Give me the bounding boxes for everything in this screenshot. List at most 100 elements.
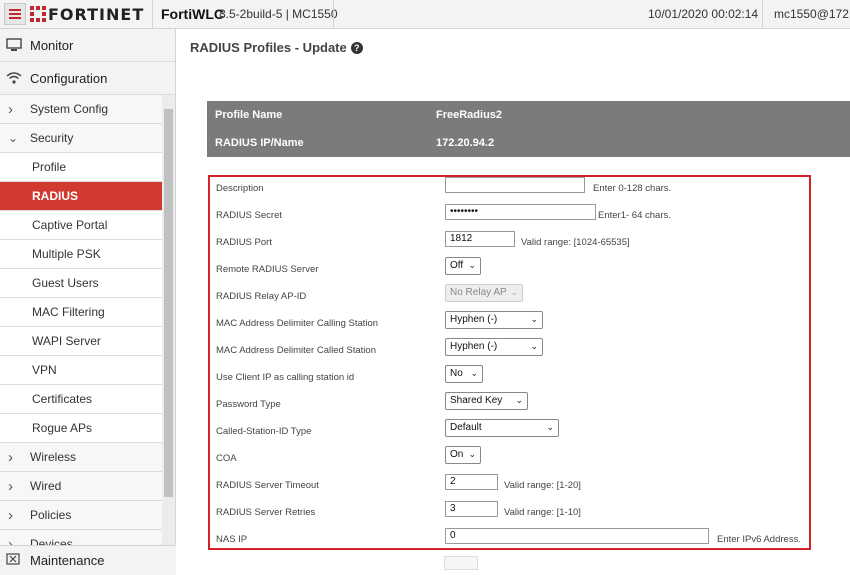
nas-ip-hint: Enter IPv6 Address. xyxy=(717,534,801,545)
radius-port-label: RADIUS Port xyxy=(216,237,272,248)
description-label: Description xyxy=(216,183,264,194)
timeout-input[interactable]: 2 xyxy=(445,474,498,490)
nas-ip-input[interactable]: 0 xyxy=(445,528,709,544)
called-station-type-label: Called-Station-ID Type xyxy=(216,426,312,437)
password-type-select[interactable]: Shared Key ⌄ xyxy=(445,392,528,410)
wifi-config-icon xyxy=(6,71,22,85)
sidebar-item-wireless[interactable]: › Wireless xyxy=(0,443,162,472)
form-row-remote-server: Remote RADIUS Server Off ⌄ xyxy=(210,257,809,285)
sidebar-item-label: Guest Users xyxy=(32,276,99,290)
chevron-right-icon: › xyxy=(8,448,13,466)
sidebar: Monitor Configuration › System Config ⌄ Sec… xyxy=(0,29,176,575)
mac-calling-label: MAC Address Delimiter Calling Station xyxy=(216,318,379,329)
sidebar-item-guest-users[interactable]: Guest Users xyxy=(0,269,162,298)
sidebar-item-rogue-aps[interactable]: Rogue APs xyxy=(0,414,162,443)
relay-ap-value: No Relay AP xyxy=(450,287,507,298)
chevron-down-icon: ⌄ xyxy=(530,341,538,351)
called-station-type-value: Default xyxy=(450,422,482,433)
summary-row-radius-ip: RADIUS IP/Name 172.20.94.2 xyxy=(207,129,850,157)
chevron-down-icon: ⌄ xyxy=(515,395,523,405)
chevron-down-icon: ⌄ xyxy=(530,314,538,324)
sidebar-configuration-label: Configuration xyxy=(30,70,108,86)
timeout-label: RADIUS Server Timeout xyxy=(216,480,319,491)
description-input[interactable] xyxy=(445,177,585,193)
sidebar-item-security[interactable]: ⌄ Security xyxy=(0,124,162,153)
mac-called-select[interactable]: Hyphen (-) ⌄ xyxy=(445,338,543,356)
sidebar-item-label: Certificates xyxy=(32,392,93,406)
sidebar-item-wired[interactable]: › Wired xyxy=(0,472,162,501)
sidebar-item-label: Policies xyxy=(30,508,72,522)
password-type-label: Password Type xyxy=(216,399,281,410)
form-row-mac-called: MAC Address Delimiter Called Station Hyp… xyxy=(210,338,809,366)
form-row-secret: RADIUS Secret •••••••• Enter1- 64 chars. xyxy=(210,204,809,231)
form-row-description: Description Enter 0-128 chars. xyxy=(210,177,809,204)
form-row-port: RADIUS Port 1812 Valid range: [1024-6553… xyxy=(210,231,809,258)
chevron-down-icon: ⌄ xyxy=(468,449,476,459)
form-row-called-station-type: Called-Station-ID Type Default ⌄ xyxy=(210,419,809,447)
page-title: RADIUS Profiles - Update? xyxy=(190,40,363,55)
sidebar-item-multiple-psk[interactable]: Multiple PSK xyxy=(0,240,162,269)
called-station-type-select[interactable]: Default ⌄ xyxy=(445,419,559,437)
sidebar-monitor[interactable]: Monitor xyxy=(0,29,175,62)
chevron-down-icon: ⌄ xyxy=(470,368,478,378)
product-version: 8.5-2build-5 | MC1550 xyxy=(219,7,338,21)
sidebar-configuration[interactable]: Configuration xyxy=(0,62,175,95)
sidebar-item-radius[interactable]: RADIUS xyxy=(0,182,162,211)
form-row-password-type: Password Type Shared Key ⌄ xyxy=(210,392,809,420)
monitor-icon xyxy=(6,38,22,52)
sidebar-item-wapi-server[interactable]: WAPI Server xyxy=(0,327,162,356)
sidebar-maintenance[interactable]: Maintenance xyxy=(0,545,176,575)
sidebar-item-label: Wireless xyxy=(30,450,77,464)
mac-called-label: MAC Address Delimiter Called Station xyxy=(216,345,376,356)
radius-secret-input[interactable]: •••••••• xyxy=(445,204,596,220)
retries-input[interactable]: 3 xyxy=(445,501,498,517)
remote-server-value: Off xyxy=(450,260,464,271)
sidebar-item-system-config[interactable]: › System Config xyxy=(0,95,162,124)
form-row-retries: RADIUS Server Retries 3 Valid range: [1-… xyxy=(210,501,809,528)
hamburger-menu-icon[interactable] xyxy=(4,3,26,25)
logo-text: FORTINET xyxy=(48,4,145,24)
sidebar-item-label: RADIUS xyxy=(32,189,79,203)
sidebar-scroll-thumb[interactable] xyxy=(164,109,173,497)
chevron-right-icon: › xyxy=(8,506,13,524)
sidebar-item-vpn[interactable]: VPN xyxy=(0,356,162,385)
sidebar-item-label: Profile xyxy=(32,160,67,174)
profile-summary-table: Profile Name FreeRadius2 RADIUS IP/Name … xyxy=(207,101,850,157)
retries-label: RADIUS Server Retries xyxy=(216,507,316,518)
help-icon[interactable]: ? xyxy=(350,42,363,54)
coa-select[interactable]: On ⌄ xyxy=(445,446,481,464)
main-content: RADIUS Profiles - Update? Profile Name F… xyxy=(177,29,850,575)
user-menu[interactable]: mc1550@172.20 xyxy=(774,7,850,21)
relay-ap-select: No Relay AP ⌄ xyxy=(445,284,523,302)
sidebar-item-label: Wired xyxy=(30,479,62,493)
mac-calling-select[interactable]: Hyphen (-) ⌄ xyxy=(445,311,543,329)
page-title-text: RADIUS Profiles - Update xyxy=(190,40,347,55)
remote-server-select[interactable]: Off ⌄ xyxy=(445,257,481,275)
sidebar-item-profile[interactable]: Profile xyxy=(0,153,162,182)
sidebar-item-label: WAPI Server xyxy=(32,334,101,348)
form-row-relay-ap: RADIUS Relay AP-ID No Relay AP ⌄ xyxy=(210,284,809,312)
retries-hint: Valid range: [1-10] xyxy=(504,507,581,518)
remote-server-label: Remote RADIUS Server xyxy=(216,264,319,275)
sidebar-item-label: VPN xyxy=(32,363,57,377)
chevron-down-icon: ⌄ xyxy=(468,260,476,270)
client-ip-select[interactable]: No ⌄ xyxy=(445,365,483,383)
system-datetime: 10/01/2020 00:02:14 xyxy=(648,7,759,21)
coa-label: COA xyxy=(216,453,237,464)
radius-settings-form: Description Enter 0-128 chars. RADIUS Se… xyxy=(208,175,811,550)
sidebar-item-policies[interactable]: › Policies xyxy=(0,501,162,530)
sidebar-item-certificates[interactable]: Certificates xyxy=(0,385,162,414)
radius-ip-value: 172.20.94.2 xyxy=(436,137,495,149)
sidebar-item-label: Multiple PSK xyxy=(32,247,101,261)
sidebar-monitor-label: Monitor xyxy=(30,37,74,53)
sidebar-item-label: MAC Filtering xyxy=(32,305,105,319)
timeout-hint: Valid range: [1-20] xyxy=(504,480,581,491)
chevron-right-icon: › xyxy=(8,477,13,495)
coa-value: On xyxy=(450,449,464,460)
sidebar-item-label: Captive Portal xyxy=(32,218,108,232)
radius-port-input[interactable]: 1812 xyxy=(445,231,515,247)
sidebar-item-mac-filtering[interactable]: MAC Filtering xyxy=(0,298,162,327)
form-row-mac-calling: MAC Address Delimiter Calling Station Hy… xyxy=(210,311,809,339)
sidebar-item-captive-portal[interactable]: Captive Portal xyxy=(0,211,162,240)
form-row-client-ip: Use Client IP as calling station id No ⌄ xyxy=(210,365,809,393)
